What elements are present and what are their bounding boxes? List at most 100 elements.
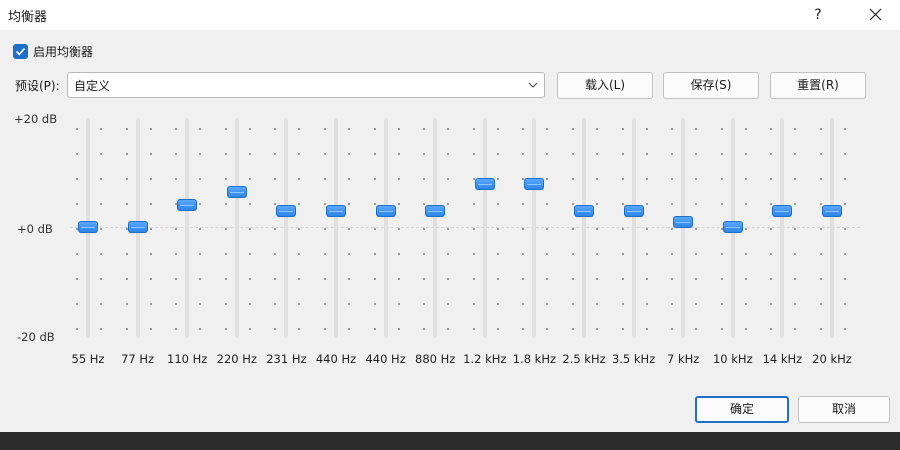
band-slider-thumb[interactable] <box>673 215 694 228</box>
band-slider-track[interactable] <box>234 118 239 338</box>
tick-mark <box>546 203 549 205</box>
tick-mark <box>447 128 450 130</box>
band-slider-thumb[interactable] <box>226 185 247 198</box>
tick-marks <box>248 128 251 330</box>
tick-mark <box>695 178 698 180</box>
band-slider-track[interactable] <box>780 118 785 338</box>
tick-mark <box>621 253 624 255</box>
tick-mark <box>621 303 624 305</box>
band-slider-thumb[interactable] <box>78 221 98 233</box>
tick-mark <box>671 303 674 305</box>
equalizer-bands: 55 Hz 77 Hz 110 Hz 220 Hz 231 Hz 440 Hz 440 Hz… <box>0 110 900 380</box>
tick-mark <box>324 303 326 305</box>
tick-mark <box>125 153 128 155</box>
tick-mark <box>224 128 227 130</box>
tick-mark <box>274 278 277 280</box>
tick-mark <box>224 253 227 255</box>
tick-mark <box>175 303 178 305</box>
help-button[interactable]: ? <box>803 0 833 30</box>
band-slider-thumb[interactable] <box>127 221 148 233</box>
band-7: 440 Hz <box>361 110 411 380</box>
band-slider-thumb[interactable] <box>524 177 545 190</box>
band-slider-track[interactable] <box>582 118 586 338</box>
tick-mark <box>423 153 426 155</box>
tick-mark <box>844 178 846 180</box>
tick-mark <box>720 203 723 205</box>
tick-mark <box>621 328 624 330</box>
tick-mark <box>794 203 797 205</box>
tick-mark <box>423 278 426 280</box>
band-slider-thumb[interactable] <box>474 177 495 190</box>
band-slider-track[interactable] <box>830 118 834 338</box>
tick-marks <box>522 128 525 330</box>
band-slider-thumb[interactable] <box>425 204 446 217</box>
close-icon <box>869 8 882 21</box>
tick-mark <box>324 153 326 155</box>
band-slider-track[interactable] <box>383 118 388 338</box>
tick-mark <box>744 303 747 305</box>
tick-mark <box>125 328 128 330</box>
band-slider-thumb[interactable] <box>177 199 198 212</box>
close-button[interactable] <box>858 0 892 30</box>
tick-mark <box>596 278 598 280</box>
enable-equalizer-checkbox[interactable] <box>13 43 28 59</box>
reset-button[interactable]: 重置(R) <box>770 72 866 99</box>
tick-mark <box>645 203 648 205</box>
tick-mark <box>496 203 499 205</box>
band-slider-track[interactable] <box>433 118 438 338</box>
tick-mark <box>298 203 301 205</box>
band-slider-track[interactable] <box>284 118 289 338</box>
tick-mark <box>397 203 400 205</box>
tick-marks <box>472 128 475 330</box>
help-icon: ? <box>814 7 822 23</box>
tick-mark <box>348 153 350 155</box>
band-slider-track[interactable] <box>631 118 636 338</box>
band-slider-thumb[interactable] <box>822 204 842 217</box>
band-slider-thumb[interactable] <box>276 204 297 217</box>
tick-mark <box>199 153 202 155</box>
ok-button[interactable]: 确定 <box>695 396 789 423</box>
tick-mark <box>794 253 797 255</box>
tick-mark <box>199 178 202 180</box>
tick-mark <box>76 278 78 280</box>
enable-equalizer-row[interactable]: 启用均衡器 <box>13 42 93 60</box>
tick-mark <box>720 153 723 155</box>
tick-mark <box>695 328 698 330</box>
equalizer-dialog: 均衡器 ? 启用均衡器 预设(P): 自定义 载入(L) 保存(S) 重置(R)… <box>0 0 900 432</box>
tick-mark <box>175 228 178 230</box>
load-button[interactable]: 载入(L) <box>557 72 653 99</box>
enable-equalizer-label: 启用均衡器 <box>33 44 94 59</box>
tick-mark <box>423 203 426 205</box>
preset-dropdown[interactable]: 自定义 <box>67 72 545 98</box>
tick-marks <box>572 128 574 330</box>
band-slider-thumb[interactable] <box>574 204 594 217</box>
cancel-button[interactable]: 取消 <box>798 396 890 423</box>
tick-mark <box>125 178 128 180</box>
band-slider-thumb[interactable] <box>772 204 793 217</box>
band-slider-track[interactable] <box>681 118 686 338</box>
tick-marks <box>397 128 400 330</box>
tick-mark <box>744 228 747 230</box>
band-slider-track[interactable] <box>532 118 537 338</box>
band-slider-thumb[interactable] <box>623 204 644 217</box>
tick-mark <box>298 278 301 280</box>
band-slider-thumb[interactable] <box>722 221 743 233</box>
tick-mark <box>76 203 78 205</box>
band-slider-track[interactable] <box>334 118 338 338</box>
tick-mark <box>423 128 426 130</box>
tick-mark <box>744 128 747 130</box>
tick-mark <box>248 228 251 230</box>
band-slider-track[interactable] <box>185 118 190 338</box>
band-slider-thumb[interactable] <box>326 204 346 217</box>
tick-mark <box>671 228 674 230</box>
tick-mark <box>844 278 846 280</box>
band-slider-thumb[interactable] <box>375 204 396 217</box>
band-slider-track[interactable] <box>482 118 487 338</box>
tick-mark <box>224 203 227 205</box>
tick-mark <box>175 153 178 155</box>
tick-mark <box>572 153 574 155</box>
tick-mark <box>199 253 202 255</box>
tick-marks <box>695 128 698 330</box>
save-button[interactable]: 保存(S) <box>663 72 759 99</box>
tick-mark <box>522 303 525 305</box>
